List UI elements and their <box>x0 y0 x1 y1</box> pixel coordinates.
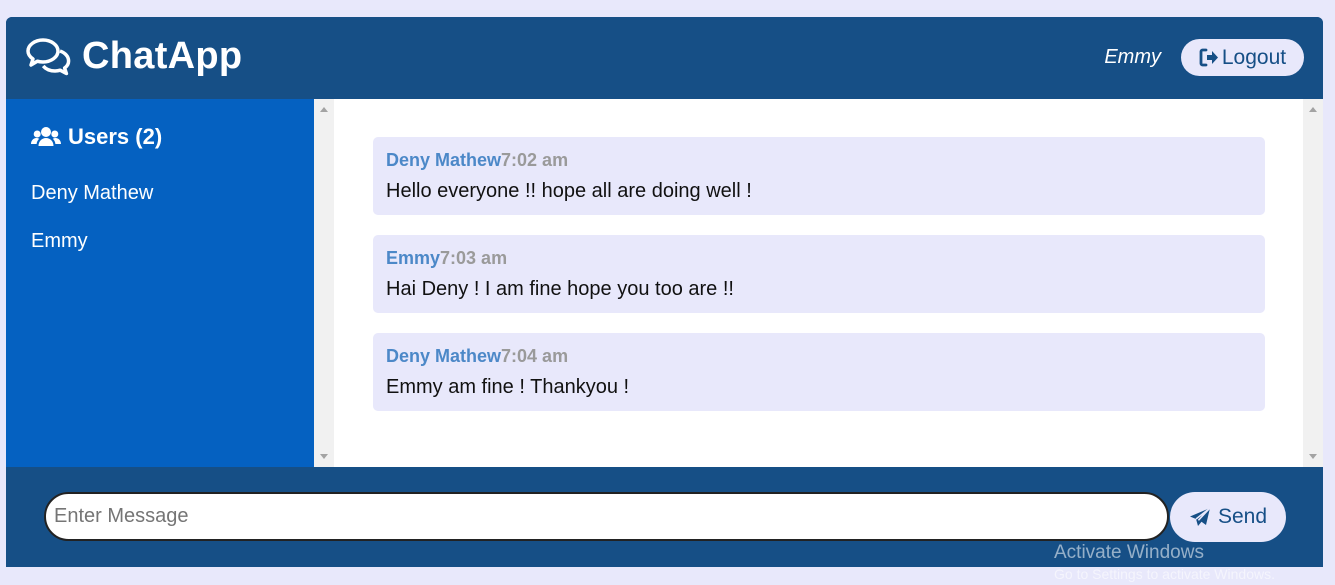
user-list-item[interactable]: Emmy <box>31 230 153 278</box>
current-user-name: Emmy <box>1104 46 1161 68</box>
message-input[interactable] <box>44 492 1169 541</box>
windows-activation-watermark: Activate Windows Go to Settings to activ… <box>1054 543 1275 581</box>
message-meta: Deny Mathew7:04 am <box>386 346 568 367</box>
users-title: Users (2) <box>68 124 163 149</box>
message-time: 7:02 am <box>501 150 569 170</box>
chat-message: Deny Mathew7:04 am Emmy am fine ! Thanky… <box>373 333 1265 411</box>
users-icon <box>31 127 61 146</box>
activate-windows-title: Activate Windows <box>1054 542 1204 563</box>
user-list: Deny Mathew Emmy <box>31 182 153 278</box>
logout-button[interactable]: Logout <box>1181 39 1304 76</box>
brand: ChatApp <box>24 35 242 78</box>
message-author: Emmy <box>386 248 441 268</box>
activate-windows-subtitle: Go to Settings to activate Windows. <box>1054 566 1275 582</box>
message-author: Deny Mathew <box>386 346 502 366</box>
logout-label: Logout <box>1221 45 1287 69</box>
comments-icon <box>26 37 71 75</box>
message-text: Emmy am fine ! Thankyou ! <box>386 376 630 398</box>
user-list-item[interactable]: Deny Mathew <box>31 182 153 230</box>
left-scrollbar[interactable] <box>314 99 334 467</box>
scroll-down-arrow-icon[interactable] <box>1309 454 1317 459</box>
chat-message: Emmy7:03 am Hai Deny ! I am fine hope yo… <box>373 235 1265 313</box>
chat-messages-area[interactable]: Deny Mathew7:02 am Hello everyone !! hop… <box>314 99 1323 467</box>
app-header: ChatApp Emmy Logout <box>6 17 1323 99</box>
message-time: 7:04 am <box>501 346 569 366</box>
scroll-up-arrow-icon[interactable] <box>320 107 328 112</box>
message-meta: Deny Mathew7:02 am <box>386 150 568 171</box>
send-label: Send <box>1217 505 1268 528</box>
message-time: 7:03 am <box>440 248 508 268</box>
message-text: Hai Deny ! I am fine hope you too are !! <box>386 278 734 300</box>
chat-app-window: ChatApp Emmy Logout Users (2) Deny Mathe… <box>6 17 1323 567</box>
scroll-down-arrow-icon[interactable] <box>320 454 328 459</box>
send-button[interactable]: Send <box>1170 492 1286 542</box>
message-list: Deny Mathew7:02 am Hello everyone !! hop… <box>373 137 1265 431</box>
users-heading: Users (2) <box>31 124 162 150</box>
sign-out-icon <box>1199 48 1218 67</box>
chat-message: Deny Mathew7:02 am Hello everyone !! hop… <box>373 137 1265 215</box>
message-meta: Emmy7:03 am <box>386 248 507 269</box>
scroll-up-arrow-icon[interactable] <box>1309 107 1317 112</box>
paper-plane-icon <box>1189 506 1211 526</box>
message-author: Deny Mathew <box>386 150 502 170</box>
right-scrollbar[interactable] <box>1303 99 1323 467</box>
message-text: Hello everyone !! hope all are doing wel… <box>386 180 752 202</box>
app-title: ChatApp <box>82 35 243 77</box>
users-sidebar: Users (2) Deny Mathew Emmy <box>6 99 314 467</box>
